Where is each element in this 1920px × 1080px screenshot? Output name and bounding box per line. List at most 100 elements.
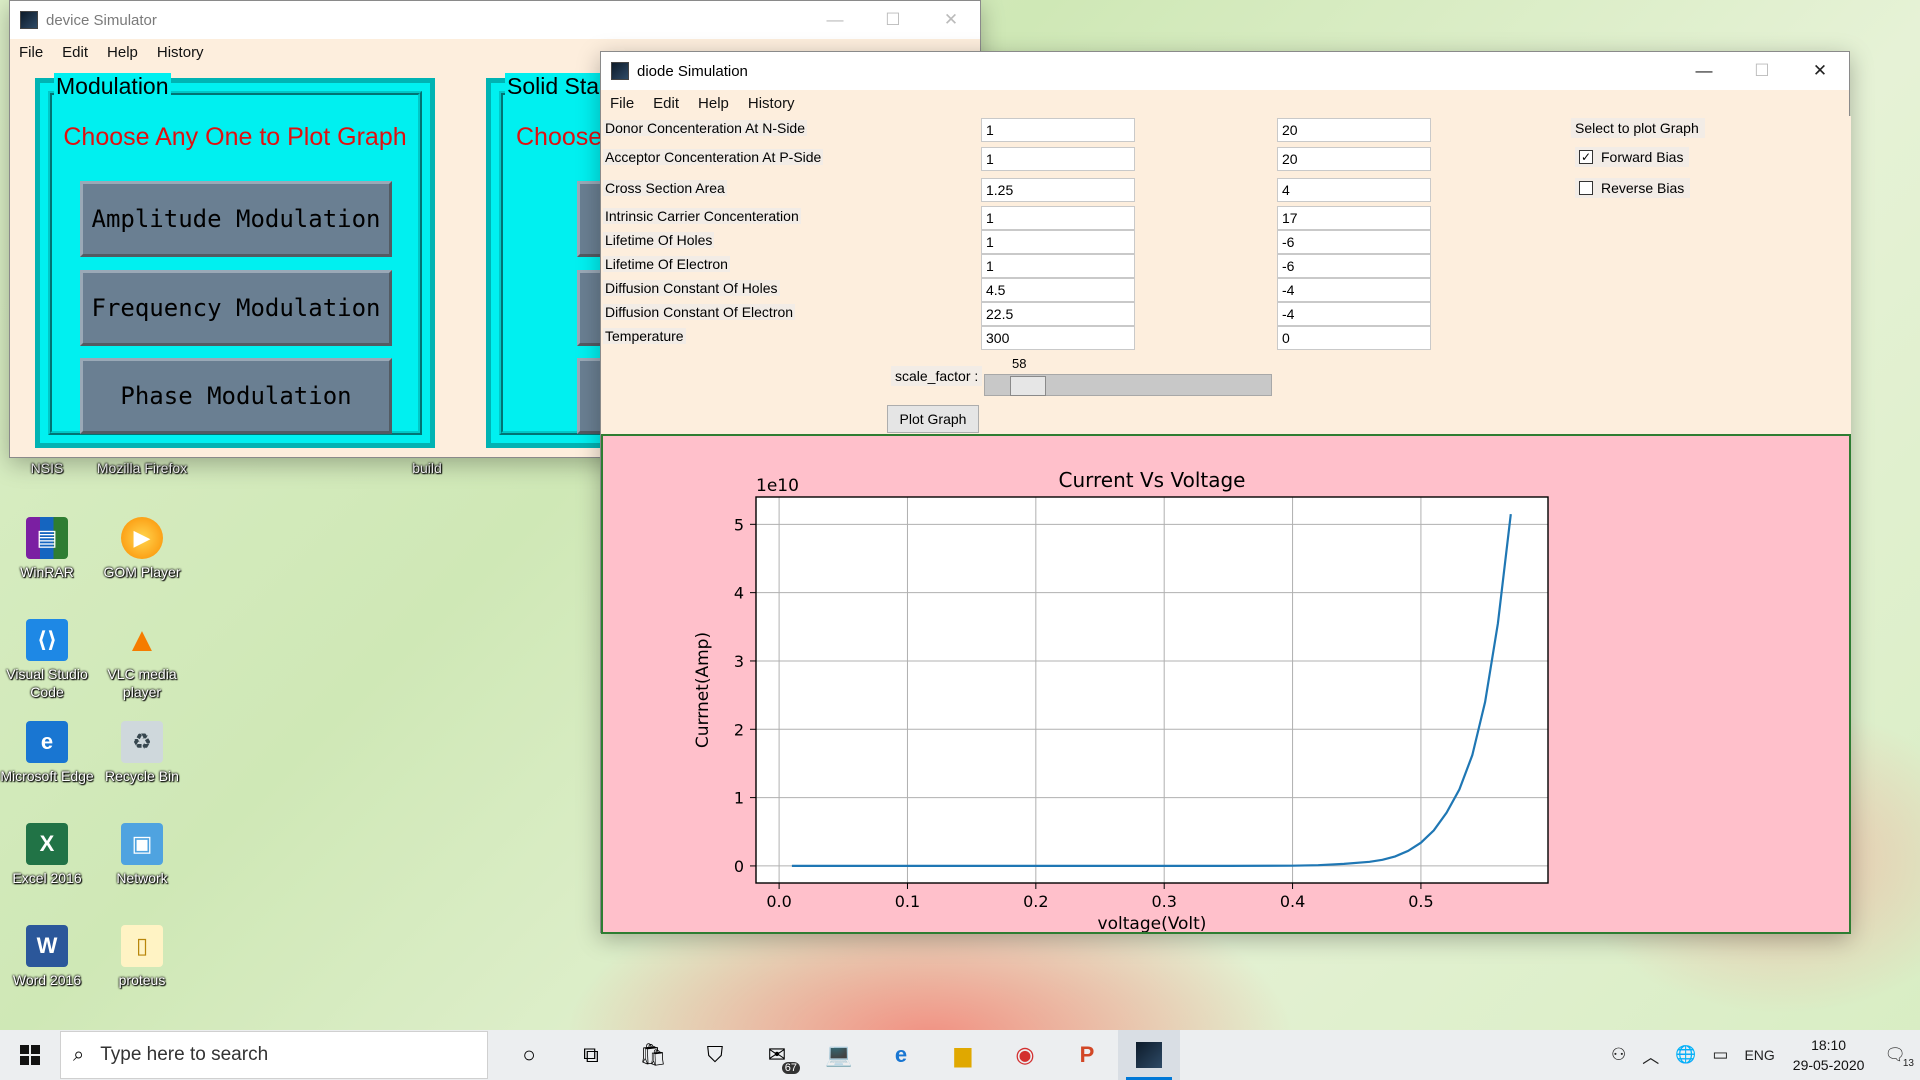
shield-icon[interactable]: ⛉ (684, 1030, 746, 1080)
close-button[interactable]: ✕ (1791, 52, 1849, 90)
y-tick-label: 2 (734, 720, 744, 739)
acceptor-exponent-input[interactable]: 20 (1277, 147, 1431, 171)
desktop-icon-label: Microsoft Edge (0, 768, 94, 784)
form-row: Diffusion Constant Of Holes 4.5 -4 (601, 278, 1851, 302)
y-tick-label: 4 (734, 584, 744, 603)
folder-icon: ▯ (121, 925, 163, 967)
intrinsic-exponent-input[interactable]: 17 (1277, 206, 1431, 230)
frequency-modulation-button[interactable]: Frequency Modulation (80, 270, 392, 346)
close-button[interactable]: ✕ (922, 1, 980, 39)
minimize-button[interactable]: — (1675, 52, 1733, 90)
gom-player-icon: ▶ (121, 517, 163, 559)
title-bar[interactable]: device Simulator — ☐ ✕ (10, 1, 980, 39)
electron-diffusion-exponent-input[interactable]: -4 (1277, 302, 1431, 326)
menu-file[interactable]: File (601, 95, 644, 112)
laptop-icon[interactable]: 💻 (808, 1030, 870, 1080)
desktop-icon-firefox[interactable]: Mozilla Firefox (94, 455, 190, 477)
app-icon (20, 11, 38, 29)
area-exponent-input[interactable]: 4 (1277, 178, 1431, 202)
phase-modulation-button[interactable]: Phase Modulation (80, 358, 392, 434)
donor-exponent-input[interactable]: 20 (1277, 118, 1431, 142)
window-title: diode Simulation (637, 62, 748, 80)
y-tick-label: 3 (734, 652, 744, 671)
taskbar-search[interactable]: ⌕ Type here to search (60, 1031, 488, 1079)
desktop-icon-network[interactable]: ▣ Network (94, 823, 190, 887)
notification-icon[interactable]: 🗨 13 (1884, 1045, 1914, 1069)
edge-icon[interactable]: e (870, 1030, 932, 1080)
minimize-button[interactable]: — (806, 1, 864, 39)
network-icon[interactable]: 🌐 (1675, 1045, 1696, 1065)
x-axis-label: voltage(Volt) (1098, 914, 1207, 932)
desktop-icon-gom-player[interactable]: ▶ GOM Player (94, 517, 190, 581)
menu-edit[interactable]: Edit (53, 44, 98, 61)
field-label: Donor Concenteration At N-Side (603, 120, 807, 136)
desktop-icon-proteus[interactable]: ▯ proteus (94, 925, 190, 989)
maximize-button[interactable]: ☐ (864, 1, 922, 39)
menu-file[interactable]: File (10, 44, 53, 61)
desktop-icon-vlc[interactable]: ▲ VLC media player (94, 619, 190, 701)
desktop-icon-vscode[interactable]: ⟨⟩ Visual Studio Code (0, 619, 95, 701)
desktop-icon-edge[interactable]: e Microsoft Edge (0, 721, 95, 785)
acceptor-value-input[interactable]: 1 (981, 147, 1135, 171)
excel-icon: X (26, 823, 68, 865)
field-label: Intrinsic Carrier Concenteration (603, 208, 801, 224)
hole-lifetime-value-input[interactable]: 1 (981, 230, 1135, 254)
menu-help[interactable]: Help (689, 95, 739, 112)
chevron-up-icon[interactable]: ︿ (1642, 1043, 1659, 1068)
amplitude-modulation-button[interactable]: Amplitude Modulation (80, 181, 392, 257)
desktop-icon-label: GOM Player (103, 564, 181, 580)
battery-icon[interactable]: ▭ (1712, 1045, 1728, 1065)
reverse-bias-checkbox[interactable]: Reverse Bias (1575, 178, 1691, 198)
desktop-icon-word[interactable]: W Word 2016 (0, 925, 95, 989)
temperature-exponent-input[interactable]: 0 (1277, 326, 1431, 350)
powerpoint-icon[interactable]: P (1056, 1030, 1118, 1080)
electron-lifetime-exponent-input[interactable]: -6 (1277, 254, 1431, 278)
notification-count: 13 (1902, 1058, 1914, 1069)
x-tick-label: 0.3 (1151, 892, 1176, 911)
x-tick-label: 0.1 (895, 892, 920, 911)
electron-diffusion-value-input[interactable]: 22.5 (981, 302, 1135, 326)
hole-lifetime-exponent-input[interactable]: -6 (1277, 230, 1431, 254)
plot-graph-button[interactable]: Plot Graph (887, 405, 979, 433)
desktop-icon-winrar[interactable]: ▤ WinRAR (0, 517, 95, 581)
electron-lifetime-value-input[interactable]: 1 (981, 254, 1135, 278)
chrome-icon[interactable]: ◉ (994, 1030, 1056, 1080)
menu-edit[interactable]: Edit (644, 95, 689, 112)
menu-history[interactable]: History (148, 44, 214, 61)
menu-bar: File Edit Help History (601, 90, 1849, 116)
task-view-icon[interactable]: ⧉ (560, 1030, 622, 1080)
scale-factor-slider[interactable] (984, 374, 1272, 396)
desktop-icon-label: WinRAR (20, 564, 74, 580)
area-value-input[interactable]: 1.25 (981, 178, 1135, 202)
field-label: Diffusion Constant Of Electron (603, 304, 796, 320)
menu-history[interactable]: History (739, 95, 805, 112)
menu-help[interactable]: Help (98, 44, 148, 61)
desktop-icon-excel[interactable]: X Excel 2016 (0, 823, 95, 887)
donor-value-input[interactable]: 1 (981, 118, 1135, 142)
hole-diffusion-exponent-input[interactable]: -4 (1277, 278, 1431, 302)
mail-icon[interactable]: ✉ 67 (746, 1030, 808, 1080)
field-label: Lifetime Of Electron (603, 256, 730, 272)
start-button[interactable] (0, 1030, 60, 1080)
form-row: Diffusion Constant Of Electron 22.5 -4 (601, 302, 1851, 326)
slider-thumb[interactable] (1010, 376, 1046, 396)
form-row: Temperature 300 0 (601, 326, 1851, 350)
python-icon[interactable] (1118, 1030, 1180, 1080)
maximize-button[interactable]: ☐ (1733, 52, 1791, 90)
form-row: Lifetime Of Electron 1 -6 (601, 254, 1851, 278)
desktop-icon-build[interactable]: build (379, 455, 475, 477)
cortana-icon[interactable]: ○ (498, 1030, 560, 1080)
intrinsic-value-input[interactable]: 1 (981, 206, 1135, 230)
people-icon[interactable]: ⚇ (1611, 1045, 1626, 1065)
field-label: Diffusion Constant Of Holes (603, 280, 780, 296)
desktop-icon-nsis[interactable]: NSIS (0, 455, 95, 477)
title-bar[interactable]: diode Simulation — ☐ ✕ (601, 52, 1849, 90)
desktop-icon-recycle-bin[interactable]: ♻ Recycle Bin (94, 721, 190, 785)
clock[interactable]: 18:10 29-05-2020 (1793, 1035, 1865, 1075)
language-indicator[interactable]: ENG (1744, 1047, 1774, 1063)
file-explorer-icon[interactable]: ▆ (932, 1030, 994, 1080)
temperature-value-input[interactable]: 300 (981, 326, 1135, 350)
forward-bias-checkbox[interactable]: ✓ Forward Bias (1575, 147, 1690, 167)
store-icon[interactable]: 🛍 (622, 1030, 684, 1080)
hole-diffusion-value-input[interactable]: 4.5 (981, 278, 1135, 302)
